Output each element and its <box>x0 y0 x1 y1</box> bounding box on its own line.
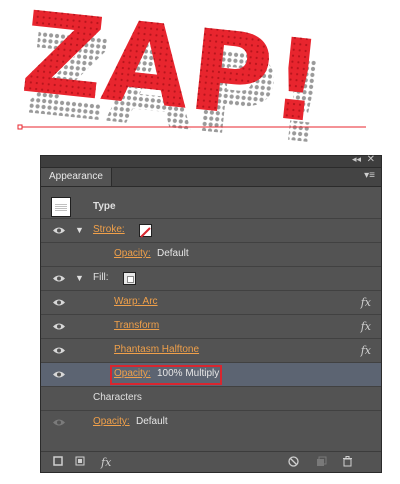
stroke-opacity-value: Default <box>157 248 189 259</box>
warp-arc-row[interactable]: Warp: Arc fx <box>41 290 381 314</box>
visibility-eye-icon[interactable] <box>53 346 65 355</box>
disclosure-triangle-icon[interactable]: ▼ <box>75 225 84 235</box>
transform-label[interactable]: Transform <box>114 320 159 331</box>
fill-opacity-label[interactable]: Opacity: <box>114 368 151 379</box>
trash-icon <box>343 456 352 467</box>
visibility-eye-icon[interactable] <box>53 274 65 283</box>
collapse-panel-button[interactable]: ◂◂ <box>352 154 361 165</box>
visibility-eye-icon[interactable] <box>53 418 65 427</box>
panel-titlebar[interactable]: ◂◂ ✕ <box>41 154 381 168</box>
clear-icon <box>288 456 299 467</box>
phantasm-halftone-label[interactable]: Phantasm Halftone <box>114 344 199 355</box>
characters-row[interactable]: Characters <box>41 386 381 410</box>
visibility-eye-icon[interactable] <box>53 370 65 379</box>
fill-opacity-row[interactable]: Opacity: 100% Multiply <box>41 362 381 386</box>
fill-label[interactable]: Fill: <box>93 272 109 283</box>
add-new-effect-button[interactable]: fx <box>101 456 111 469</box>
delete-item-button[interactable] <box>342 456 353 470</box>
stroke-opacity-row[interactable]: Opacity: Default <box>41 242 381 266</box>
phantasm-halftone-row[interactable]: Phantasm Halftone fx <box>41 338 381 362</box>
none-slash-icon <box>140 227 151 238</box>
warp-arc-label[interactable]: Warp: Arc <box>114 296 158 307</box>
object-opacity-value: Default <box>136 416 168 427</box>
zap-artwork: ZAP! ZAP! ZAP! <box>16 0 366 150</box>
anchor-point <box>17 124 23 130</box>
fill-swatch[interactable] <box>123 272 136 285</box>
type-thumbnail-icon <box>51 197 71 217</box>
object-opacity-label[interactable]: Opacity: <box>93 416 130 427</box>
stroke-label[interactable]: Stroke: <box>93 224 125 235</box>
stroke-swatch[interactable] <box>139 224 152 238</box>
fx-icon[interactable]: fx <box>361 344 371 357</box>
stroke-opacity-label[interactable]: Opacity: <box>114 248 151 259</box>
duplicate-item-button[interactable] <box>316 456 327 470</box>
fx-icon[interactable]: fx <box>361 296 371 309</box>
header-type-label: Type <box>93 201 116 212</box>
close-panel-button[interactable]: ✕ <box>367 154 375 165</box>
duplicate-icon <box>317 456 327 466</box>
clear-appearance-button[interactable] <box>288 456 299 470</box>
visibility-eye-icon[interactable] <box>53 298 65 307</box>
panel-menu-icon[interactable]: ▾≡ <box>364 170 375 181</box>
fill-row[interactable]: ▼ Fill: <box>41 266 381 290</box>
object-opacity-row[interactable]: Opacity: Default <box>41 410 381 434</box>
add-new-stroke-button[interactable] <box>53 456 63 469</box>
disclosure-triangle-icon[interactable]: ▼ <box>75 273 84 283</box>
stroke-row[interactable]: ▼ Stroke: <box>41 218 381 242</box>
add-new-fill-button[interactable] <box>75 456 85 469</box>
visibility-eye-icon[interactable] <box>53 226 65 235</box>
visibility-eye-icon[interactable] <box>53 322 65 331</box>
fill-opacity-value: 100% Multiply <box>157 368 220 379</box>
transform-row[interactable]: Transform fx <box>41 314 381 338</box>
characters-label[interactable]: Characters <box>93 392 142 403</box>
tab-appearance[interactable]: Appearance <box>41 168 112 186</box>
add-stroke-icon <box>53 456 63 466</box>
panel-footer-toolbar: fx <box>41 451 381 472</box>
add-fill-icon <box>75 456 85 466</box>
appearance-panel: ◂◂ ✕ Appearance ▾≡ Type ▼ Stroke: Opacit… <box>40 154 382 473</box>
panel-tab-row: Appearance ▾≡ <box>41 168 381 187</box>
fx-icon[interactable]: fx <box>361 320 371 333</box>
